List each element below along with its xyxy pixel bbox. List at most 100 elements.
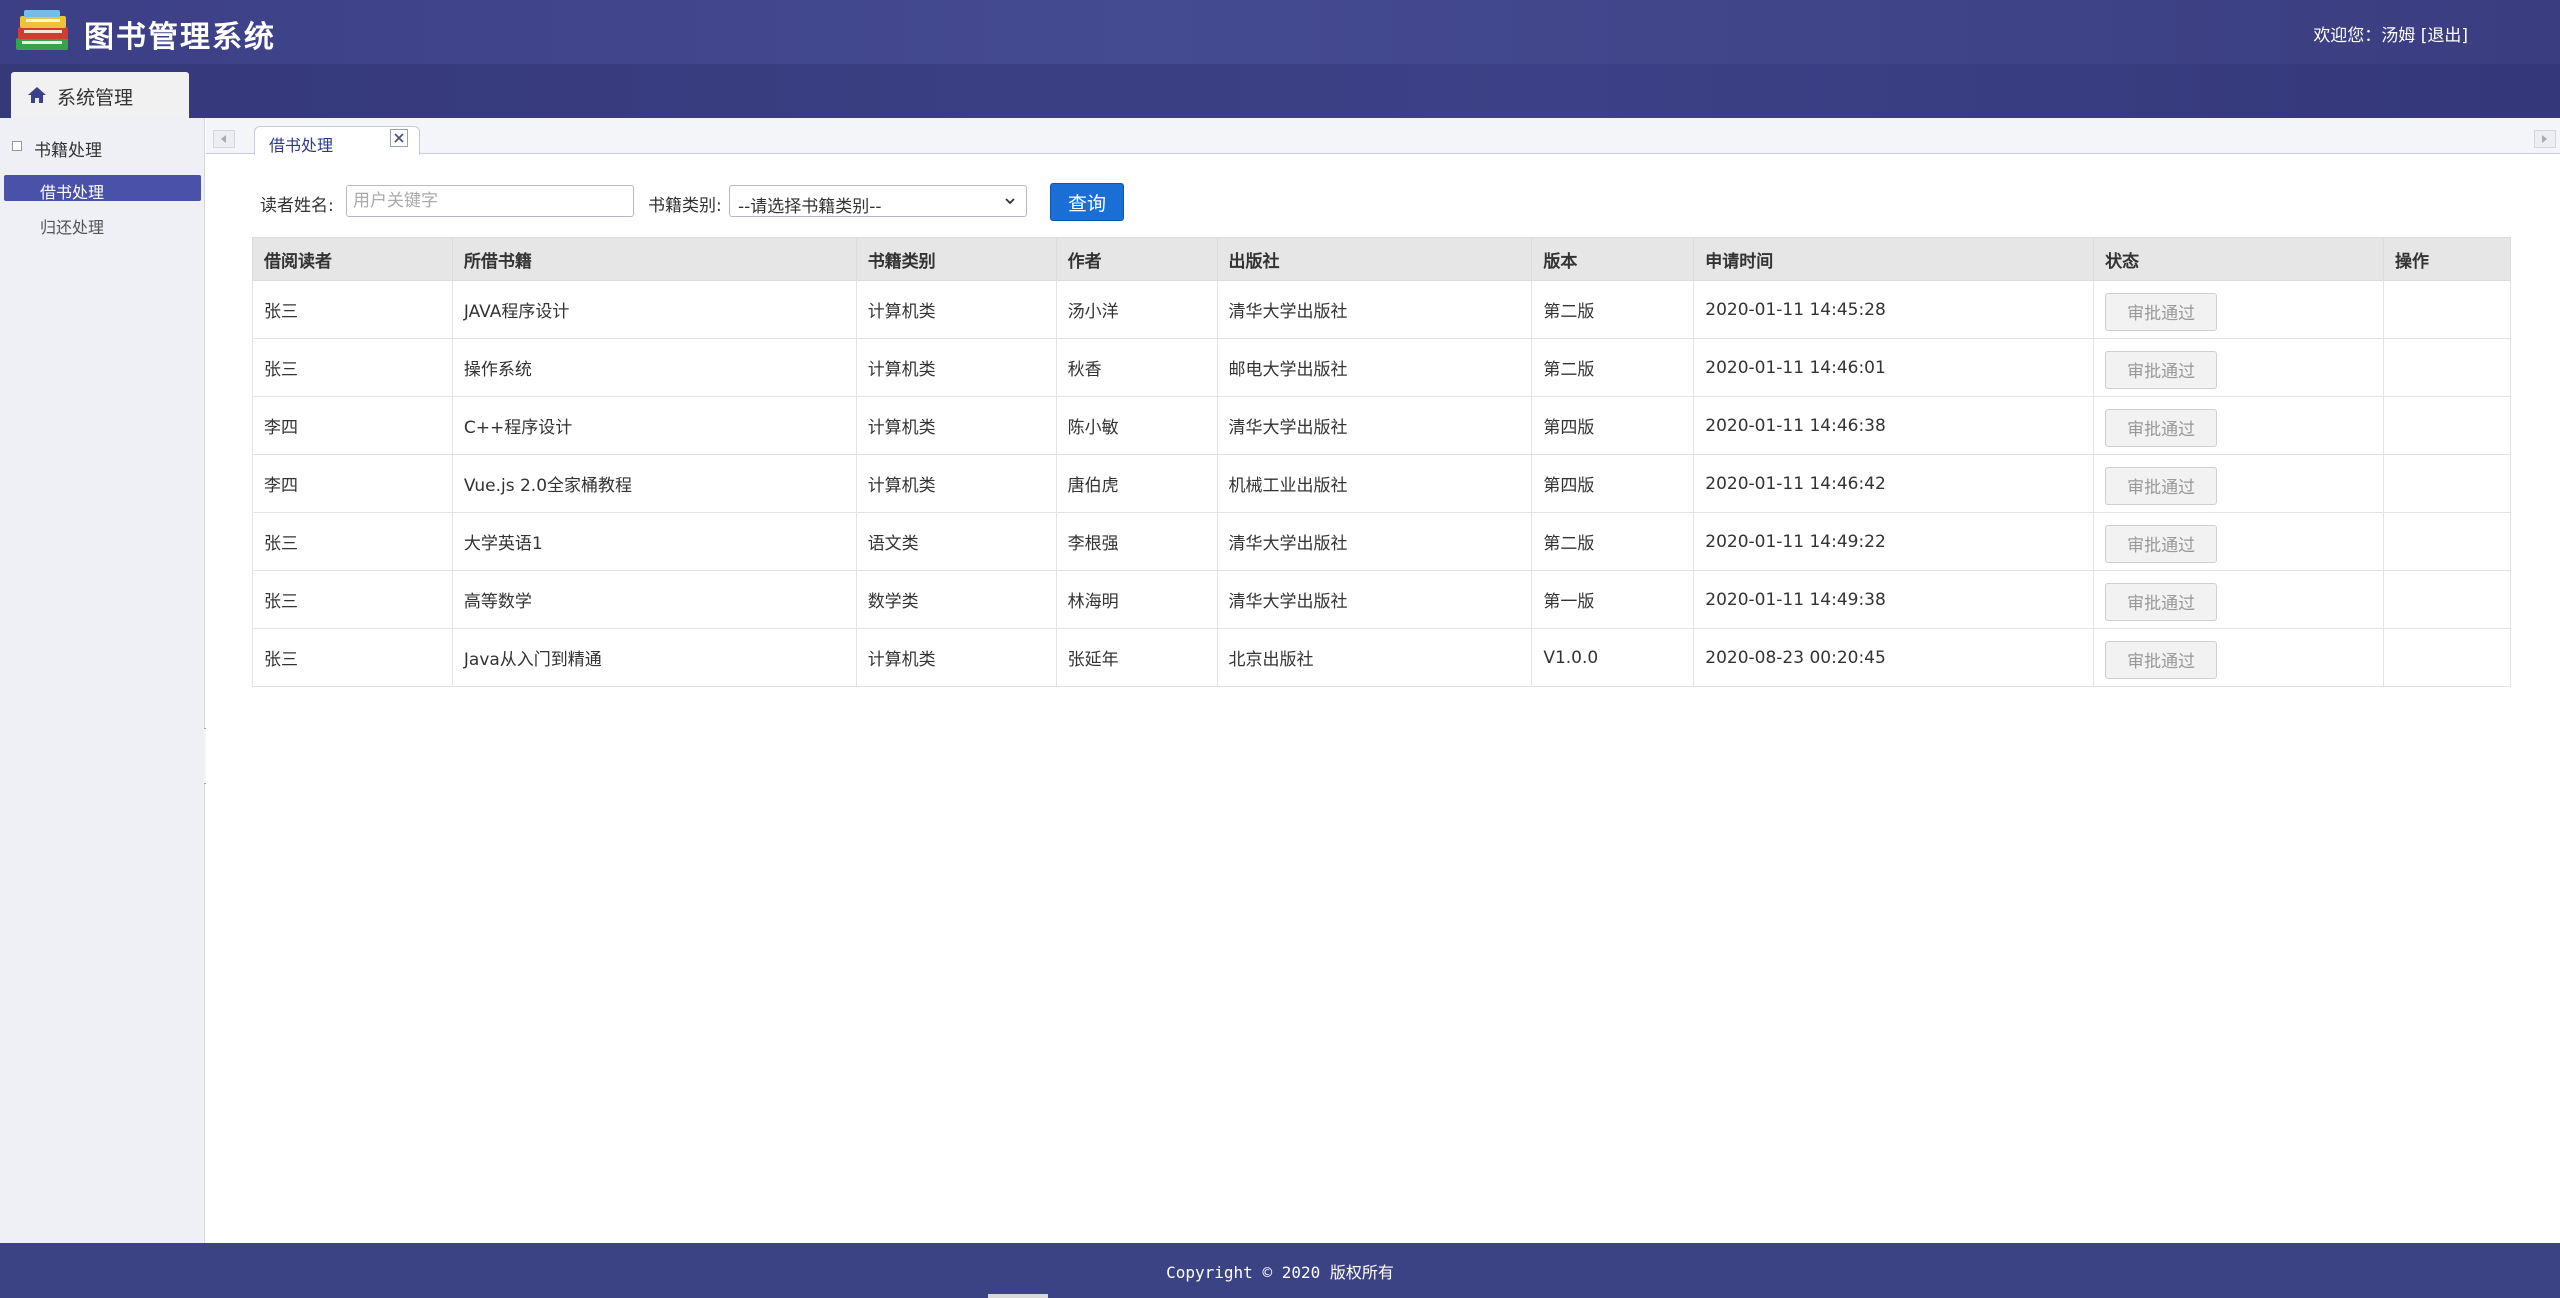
sidebar-item-label: 借书处理 (40, 183, 105, 202)
main-content: 读者姓名: 书籍类别: --请选择书籍类别-- 查询 借阅读者 所借书籍 书籍类… (206, 155, 2560, 1243)
reader-name-input[interactable] (346, 185, 634, 217)
copyright-text: Copyright © 2020 版权所有 (1166, 1263, 1394, 1282)
column-header-reader: 借阅读者 (252, 237, 453, 281)
welcome-prefix: 欢迎您：汤姆 [ (2313, 26, 2428, 46)
cell-edition: 第二版 (1531, 512, 1695, 571)
cell-reader: 李四 (252, 396, 453, 455)
cell-author: 唐伯虎 (1055, 454, 1218, 513)
cell-publisher: 北京出版社 (1216, 628, 1533, 687)
top-navbar: 系统管理 (0, 64, 2560, 118)
sidebar: 书籍处理 借书处理 归还处理 (0, 118, 205, 1243)
cell-action (2382, 628, 2512, 687)
cell-edition: 第四版 (1531, 454, 1695, 513)
search-bar: 读者姓名: 书籍类别: --请选择书籍类别-- 查询 (252, 183, 1252, 221)
cell-category: 计算机类 (855, 628, 1057, 687)
app-header: 图书管理系统 欢迎您：汤姆 [退出] (0, 0, 2560, 64)
cell-action (2382, 396, 2512, 455)
cell-reader: 张三 (252, 570, 453, 629)
tab-scroll-left-button[interactable] (213, 130, 235, 148)
resize-grip[interactable] (988, 1294, 1048, 1298)
column-header-author: 作者 (1055, 237, 1218, 281)
arrow-right-icon (2542, 135, 2547, 143)
table-row: 李四 Vue.js 2.0全家桶教程 计算机类 唐伯虎 机械工业出版社 第四版 … (252, 454, 2512, 513)
cell-action (2382, 512, 2512, 571)
table-row: 张三 JAVA程序设计 计算机类 汤小洋 清华大学出版社 第二版 2020-01… (252, 280, 2512, 339)
sidebar-item-label: 归还处理 (40, 218, 105, 237)
cell-action (2382, 454, 2512, 513)
cell-category: 计算机类 (855, 396, 1057, 455)
cell-publisher: 清华大学出版社 (1216, 512, 1533, 571)
cell-author: 秋香 (1055, 338, 1218, 397)
table-row: 张三 操作系统 计算机类 秋香 邮电大学出版社 第二版 2020-01-11 1… (252, 338, 2512, 397)
cell-publisher: 清华大学出版社 (1216, 280, 1533, 339)
tab-close-button[interactable] (390, 129, 408, 147)
approved-status-button: 审批通过 (2105, 466, 2218, 505)
cell-book: Vue.js 2.0全家桶教程 (451, 454, 857, 513)
chevron-down-icon (1005, 198, 1015, 205)
category-select[interactable]: --请选择书籍类别-- (729, 185, 1027, 217)
nav-tab-label: 系统管理 (57, 87, 134, 109)
cell-book: JAVA程序设计 (451, 280, 857, 339)
cell-reader: 张三 (252, 338, 453, 397)
close-icon (394, 133, 404, 143)
welcome-text: 欢迎您：汤姆 [退出] (2313, 21, 2468, 46)
table-row: 张三 高等数学 数学类 林海明 清华大学出版社 第一版 2020-01-11 1… (252, 570, 2512, 629)
cell-publisher: 清华大学出版社 (1216, 396, 1533, 455)
approved-status-button: 审批通过 (2105, 524, 2218, 563)
approved-status-button: 审批通过 (2105, 582, 2218, 621)
logout-link[interactable]: 退出 (2427, 26, 2461, 46)
cell-book: 高等数学 (451, 570, 857, 629)
approved-status-button: 审批通过 (2105, 350, 2218, 389)
cell-book: 操作系统 (451, 338, 857, 397)
reader-name-label: 读者姓名: (260, 196, 334, 216)
category-select-value: --请选择书籍类别-- (738, 197, 882, 217)
cell-status: 审批通过 (2093, 396, 2384, 455)
cell-reader: 李四 (252, 454, 453, 513)
sidebar-group-books[interactable]: 书籍处理 (10, 134, 200, 161)
sidebar-item-borrow[interactable]: 借书处理 (4, 175, 201, 202)
collapse-box-icon (12, 141, 22, 151)
welcome-suffix: ] (2461, 26, 2468, 46)
cell-edition: 第四版 (1531, 396, 1695, 455)
app-title: 图书管理系统 (84, 20, 276, 55)
cell-time: 2020-08-23 00:20:45 (1693, 628, 2095, 687)
cell-time: 2020-01-11 14:46:01 (1693, 338, 2095, 397)
approved-status-button: 审批通过 (2105, 640, 2218, 679)
category-label: 书籍类别: (648, 196, 722, 216)
tab-label: 借书处理 (269, 136, 334, 155)
cell-action (2382, 280, 2512, 339)
table-header-row: 借阅读者 所借书籍 书籍类别 作者 出版社 版本 申请时间 状态 操作 (252, 237, 2512, 281)
cell-status: 审批通过 (2093, 570, 2384, 629)
nav-tab-system[interactable]: 系统管理 (11, 72, 189, 118)
cell-author: 陈小敏 (1055, 396, 1218, 455)
sidebar-group-label: 书籍处理 (34, 141, 102, 161)
cell-category: 计算机类 (855, 454, 1057, 513)
tab-scroll-right-button[interactable] (2534, 130, 2556, 148)
table-row: 李四 C++程序设计 计算机类 陈小敏 清华大学出版社 第四版 2020-01-… (252, 396, 2512, 455)
cell-reader: 张三 (252, 512, 453, 571)
column-header-action: 操作 (2382, 237, 2512, 281)
table-row: 张三 Java从入门到精通 计算机类 张延年 北京出版社 V1.0.0 2020… (252, 628, 2512, 687)
footer: Copyright © 2020 版权所有 (0, 1243, 2560, 1298)
cell-action (2382, 338, 2512, 397)
cell-status: 审批通过 (2093, 338, 2384, 397)
query-button[interactable]: 查询 (1050, 183, 1124, 221)
cell-category: 计算机类 (855, 338, 1057, 397)
approved-status-button: 审批通过 (2105, 292, 2218, 331)
cell-edition: V1.0.0 (1531, 628, 1695, 687)
column-header-publisher: 出版社 (1216, 237, 1533, 281)
column-header-category: 书籍类别 (855, 237, 1057, 281)
column-header-status: 状态 (2093, 237, 2384, 281)
cell-category: 计算机类 (855, 280, 1057, 339)
books-logo-icon (16, 10, 68, 50)
cell-time: 2020-01-11 14:46:38 (1693, 396, 2095, 455)
cell-publisher: 邮电大学出版社 (1216, 338, 1533, 397)
cell-status: 审批通过 (2093, 280, 2384, 339)
cell-reader: 张三 (252, 280, 453, 339)
cell-category: 数学类 (855, 570, 1057, 629)
arrow-left-icon (221, 135, 226, 143)
cell-action (2382, 570, 2512, 629)
home-icon (28, 87, 46, 103)
sidebar-item-return[interactable]: 归还处理 (4, 210, 201, 237)
cell-book: Java从入门到精通 (451, 628, 857, 687)
